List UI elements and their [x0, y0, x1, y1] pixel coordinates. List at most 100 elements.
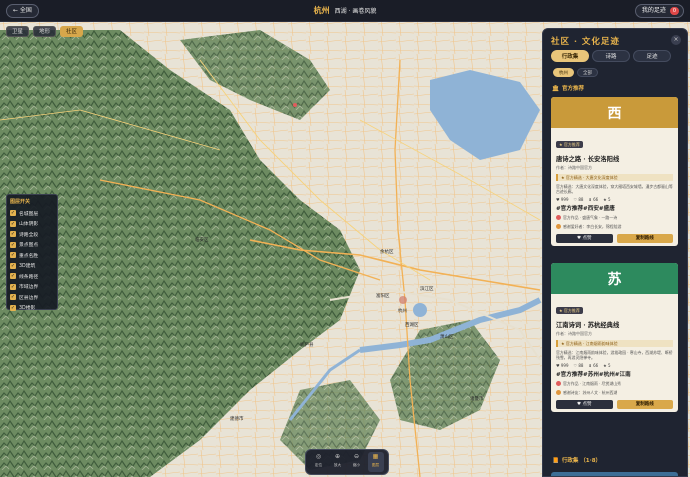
checkbox-icon[interactable]: ✓	[10, 252, 16, 259]
layer-toggle[interactable]: ✓ 重点名胜	[10, 250, 54, 261]
route-name: 江南诗词 · 苏杭经典线	[556, 322, 620, 329]
card-header: 苏	[551, 263, 678, 294]
route-card[interactable]: 西 ★ 官方推荐 唐诗之路 · 长安洛阳线 作者：诗路中国官方 ★ 官方精选 ·…	[551, 97, 678, 246]
checkbox-icon[interactable]: ✓	[10, 304, 16, 311]
route-hashtags: #官方推荐#苏州#杭州#江南	[556, 371, 631, 378]
map-toolbar: ◎ 定位 ⊕ 放大 ⊖ 缩小 ▦ 图层	[305, 449, 389, 475]
top-bar: ← 全国 杭州 西湖 · 画卷风貌 我的足迹 0	[0, 0, 690, 22]
route-stats: ♥ 999 ♡ 88 ⬇ 66 ★ 5	[556, 197, 673, 202]
community-panel: 社区 · 文化足迹 × 行政集 诗路 足迹 杭州 全部 🏛 官方推荐 西 ★ 官方…	[542, 28, 688, 477]
like-button[interactable]: ♥ 点赞	[556, 399, 613, 409]
official-tag: ★ 官方推荐	[556, 307, 583, 314]
layer-label: 3D建筑	[19, 264, 36, 270]
layer-panel: 图层开关 ✓ 名城图层 ✓ 山体阴影 ✓ 诗路全段 ✓ 景点图点 ✓ 重点名胜 ✓ 3D建筑…	[6, 194, 58, 311]
route-note: ★ 官方精选 · 大唐文化深度体验	[556, 174, 673, 181]
copy-route-button[interactable]: 复制路线	[616, 399, 673, 409]
tab-community[interactable]: 社区	[60, 26, 84, 37]
dot-icon	[556, 224, 561, 230]
checkbox-icon[interactable]: ✓	[10, 231, 16, 238]
layer-toggle[interactable]: ✓ 线条路径	[10, 271, 54, 282]
filter-city[interactable]: 杭州	[553, 68, 574, 77]
card-glyph: 苏	[607, 272, 622, 288]
scope-filters: 杭州 全部	[553, 68, 598, 77]
likes-count: ♥ 999	[556, 362, 569, 368]
rating: ★ 5	[603, 196, 611, 202]
panel-tabs: 行政集 诗路 足迹	[551, 50, 671, 62]
route-stats: ♥ 999 ♡ 88 ⬇ 66 ★ 5	[556, 363, 673, 368]
page-title: 杭州 西湖 · 画卷风貌	[0, 5, 690, 16]
zoom-in-button[interactable]: ⊕ 放大	[330, 452, 346, 472]
footprint-label: 我的足迹	[641, 7, 666, 14]
checkbox-icon[interactable]: ✓	[10, 220, 16, 227]
layer-toggle[interactable]: ✓ 诗路全段	[10, 229, 54, 240]
layer-toggle[interactable]: ✓ 市域边界	[10, 282, 54, 293]
layer-toggle[interactable]: ✓ 景点图点	[10, 240, 54, 251]
route-card[interactable]: 苏 ★ 官方推荐 江南诗词 · 苏杭经典线 作者：诗路中国官方 ★ 官方精选 ·…	[551, 263, 678, 412]
filter-all[interactable]: 全部	[577, 68, 598, 77]
app-root: { "topbar": { "back_label": "← 全国", "bra…	[0, 0, 690, 477]
route-meta-text: 官方作品 · 盛唐气象 · 一路一诗	[563, 214, 618, 220]
checkbox-icon[interactable]: ✓	[10, 283, 16, 290]
likes-count: ♥ 999	[556, 196, 569, 202]
tab-poetry-routes[interactable]: 诗路	[592, 50, 630, 62]
route-thanks: 感谢爱好者：李白长安，锦程陪游	[556, 224, 673, 230]
zoom-out-button[interactable]: ⊖ 缩小	[349, 452, 365, 472]
page-subtitle: 西湖 · 画卷风貌	[334, 8, 377, 15]
route-name: 唐诗之路 · 长安洛阳线	[556, 156, 620, 163]
tab-terrain[interactable]: 地形	[33, 26, 57, 37]
route-meta: 官方作品 · 江南烟雨 · 尽赏湖山秀	[556, 381, 673, 387]
tab-satellite[interactable]: 卫星	[6, 26, 30, 37]
route-meta-text: 官方作品 · 江南烟雨 · 尽赏湖山秀	[563, 380, 621, 386]
map-label: 西湖区	[405, 321, 419, 328]
layer-toggle[interactable]: ✓ 山体阴影	[10, 219, 54, 230]
map-label: 杭州	[398, 307, 407, 314]
copy-route-button[interactable]: 复制路线	[616, 233, 673, 243]
like-button[interactable]: ♥ 点赞	[556, 233, 613, 243]
layer-label: 景点图点	[19, 243, 39, 249]
map-label: 诸暨市	[470, 395, 484, 402]
layer-label: 山体阴影	[19, 222, 39, 228]
layer-label: 区县边界	[19, 295, 39, 301]
route-author: 作者：诗路中国官方	[556, 165, 592, 170]
locate-button[interactable]: ◎ 定位	[311, 452, 327, 472]
route-card-partial[interactable]	[551, 472, 678, 476]
tab-footprints[interactable]: 足迹	[633, 50, 671, 62]
layer-toggle[interactable]: ✓ 3D楼影	[10, 303, 54, 314]
route-description: 官方精选：大唐文化深度体验，穿大雁塔西安城墙，漫步古都骊山等古迹长廊。	[556, 184, 673, 195]
layer-label: 线条路径	[19, 274, 39, 280]
layers-button[interactable]: ▦ 图层	[367, 452, 384, 472]
layer-label: 诗路全段	[19, 232, 39, 238]
layer-toggle[interactable]: ✓ 区县边界	[10, 292, 54, 303]
favorites-count: ♡ 88	[573, 196, 584, 202]
checkbox-icon[interactable]: ✓	[10, 210, 16, 217]
map-label: 建德市	[230, 415, 244, 422]
checkbox-icon[interactable]: ✓	[10, 294, 16, 301]
book-icon: 📙	[552, 458, 559, 464]
copies-count: ⬇ 66	[588, 362, 599, 368]
panel-title: 社区 · 文化足迹	[551, 37, 620, 47]
route-meta: 官方作品 · 盛唐气象 · 一路一诗	[556, 215, 673, 221]
temple-icon: 🏛	[552, 86, 559, 92]
checkbox-icon[interactable]: ✓	[10, 241, 16, 248]
map-label: 临安区	[195, 236, 209, 243]
tool-label: 定位	[314, 463, 323, 467]
zoom-in-icon: ⊕	[334, 453, 341, 460]
rating: ★ 5	[603, 362, 611, 368]
tab-collections[interactable]: 行政集	[551, 50, 589, 62]
layers-icon: ▦	[372, 453, 379, 460]
map-label: 桐庐县	[300, 341, 314, 348]
official-section-label: 官方推荐	[561, 86, 584, 92]
checkbox-icon[interactable]: ✓	[10, 262, 16, 269]
layer-label: 3D楼影	[19, 306, 36, 312]
close-icon[interactable]: ×	[671, 35, 681, 45]
route-thanks: 感谢诗友：苏州人文 · 杭州西湖	[556, 390, 673, 396]
card-glyph: 西	[607, 106, 622, 122]
dot-icon	[556, 381, 561, 387]
layer-toggle[interactable]: ✓ 名城图层	[10, 208, 54, 219]
route-note: ★ 官方精选 · 江南烟雨韵味体验	[556, 340, 673, 347]
layer-toggle[interactable]: ✓ 3D建筑	[10, 261, 54, 272]
footprint-button[interactable]: 我的足迹 0	[634, 4, 684, 18]
checkbox-icon[interactable]: ✓	[10, 273, 16, 280]
official-tag: ★ 官方推荐	[556, 141, 583, 148]
map-label: 滨江区	[420, 285, 434, 292]
